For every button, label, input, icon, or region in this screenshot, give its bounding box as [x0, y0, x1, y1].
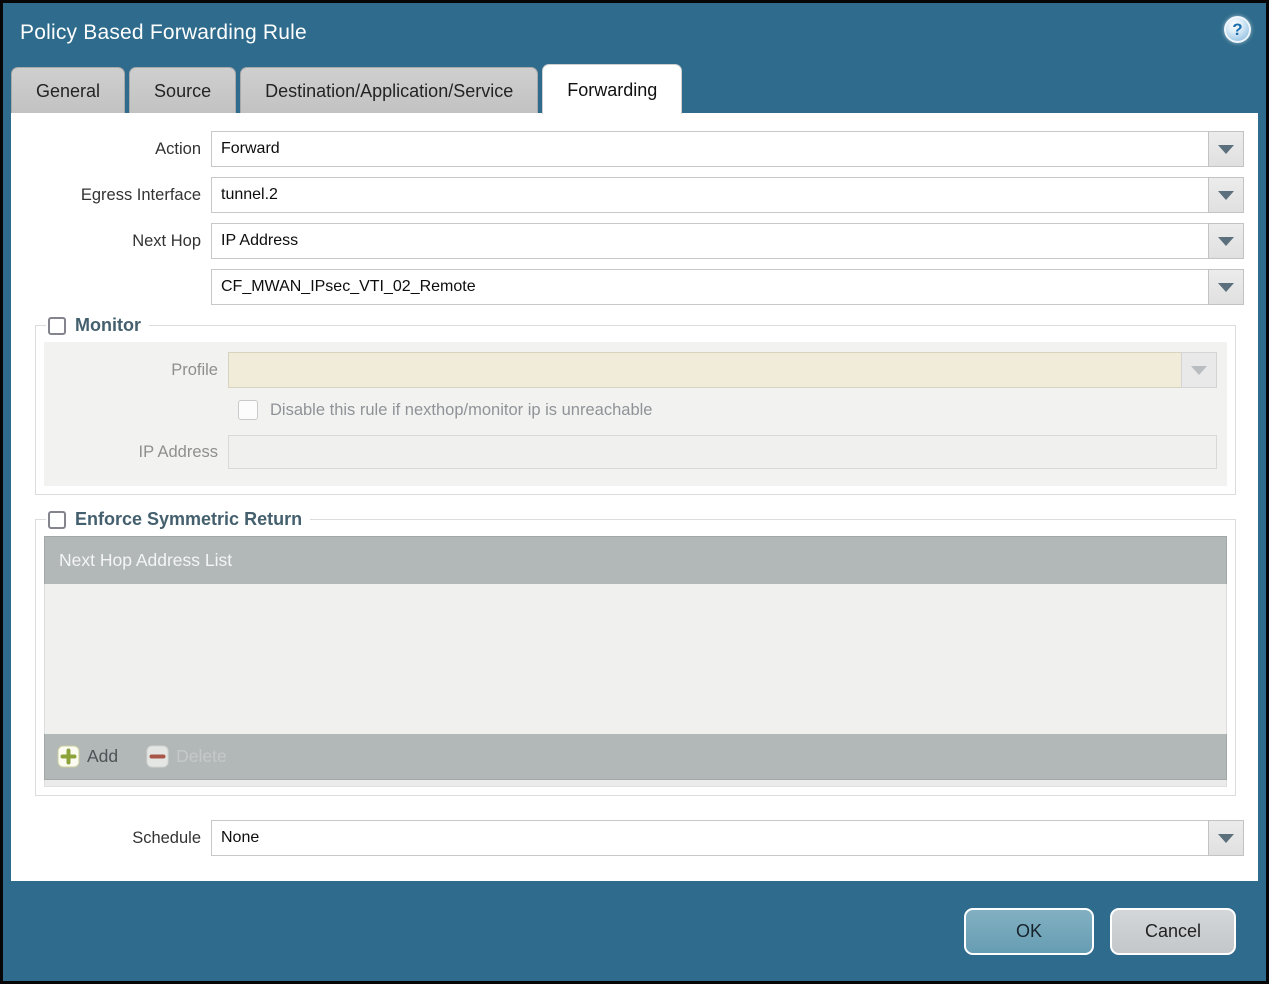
- schedule-row: Schedule None: [11, 820, 1244, 856]
- schedule-label: Schedule: [132, 828, 201, 847]
- monitor-legend: Monitor: [46, 315, 149, 336]
- next-hop-address-value[interactable]: CF_MWAN_IPsec_VTI_02_Remote: [211, 269, 1209, 305]
- help-icon[interactable]: ?: [1224, 16, 1251, 43]
- chevron-down-icon: [1218, 144, 1234, 154]
- forwarding-tab-panel: Action Forward Egress Interface tunnel.2…: [11, 113, 1258, 881]
- dialog-button-bar: OK Cancel: [3, 881, 1266, 955]
- tab-forwarding[interactable]: Forwarding: [542, 64, 683, 114]
- minus-icon: [146, 745, 169, 768]
- next-hop-address-dropdown-button[interactable]: [1208, 269, 1244, 305]
- egress-interface-label: Egress Interface: [80, 185, 201, 204]
- next-hop-address-combo[interactable]: CF_MWAN_IPsec_VTI_02_Remote: [211, 269, 1244, 305]
- table-footer: Add Delete: [44, 734, 1227, 780]
- disable-rule-row: Disable this rule if nexthop/monitor ip …: [238, 400, 1227, 420]
- next-hop-dropdown-button[interactable]: [1208, 223, 1244, 259]
- action-dropdown-button[interactable]: [1208, 131, 1244, 167]
- tab-source[interactable]: Source: [129, 67, 237, 113]
- table-body[interactable]: [44, 584, 1227, 734]
- delete-button[interactable]: Delete: [146, 745, 227, 768]
- add-button[interactable]: Add: [57, 745, 118, 768]
- cancel-button[interactable]: Cancel: [1110, 908, 1236, 955]
- policy-based-forwarding-dialog: Policy Based Forwarding Rule ? General S…: [0, 0, 1269, 984]
- monitor-ip-address-row: IP Address: [44, 434, 1227, 470]
- next-hop-label: Next Hop: [132, 231, 201, 250]
- action-combo[interactable]: Forward: [211, 131, 1244, 167]
- action-value[interactable]: Forward: [211, 131, 1209, 167]
- tab-bar: General Source Destination/Application/S…: [3, 63, 1266, 114]
- next-hop-address-list-table: Next Hop Address List Add Delete: [44, 536, 1227, 787]
- profile-value[interactable]: [228, 352, 1182, 388]
- delete-button-label: Delete: [176, 746, 227, 766]
- dialog-title: Policy Based Forwarding Rule: [20, 21, 307, 44]
- symmetric-return-legend: Enforce Symmetric Return: [46, 509, 310, 530]
- disable-rule-label: Disable this rule if nexthop/monitor ip …: [270, 400, 653, 419]
- egress-interface-combo[interactable]: tunnel.2: [211, 177, 1244, 213]
- tab-general[interactable]: General: [11, 67, 126, 113]
- monitor-group: Monitor Profile Disable this rule if nex…: [35, 315, 1236, 495]
- action-row: Action Forward: [11, 131, 1244, 167]
- add-button-label: Add: [87, 746, 119, 766]
- ok-button[interactable]: OK: [964, 908, 1094, 955]
- symmetric-return-group: Enforce Symmetric Return Next Hop Addres…: [35, 509, 1236, 796]
- next-hop-value[interactable]: IP Address: [211, 223, 1209, 259]
- next-hop-combo[interactable]: IP Address: [211, 223, 1244, 259]
- schedule-combo[interactable]: None: [211, 820, 1244, 856]
- disable-rule-checkbox[interactable]: [238, 400, 258, 420]
- monitor-panel: Profile Disable this rule if nexthop/mon…: [44, 342, 1227, 486]
- chevron-down-icon: [1191, 365, 1207, 375]
- chevron-down-icon: [1218, 282, 1234, 292]
- next-hop-row: Next Hop IP Address: [11, 223, 1244, 259]
- monitor-ip-address-label: IP Address: [138, 442, 219, 461]
- title-bar: Policy Based Forwarding Rule: [3, 3, 1266, 63]
- profile-dropdown-button[interactable]: [1181, 352, 1217, 388]
- chevron-down-icon: [1218, 190, 1234, 200]
- next-hop-address-row: CF_MWAN_IPsec_VTI_02_Remote: [11, 269, 1244, 305]
- table-header-label: Next Hop Address List: [59, 550, 233, 570]
- chevron-down-icon: [1218, 236, 1234, 246]
- chevron-down-icon: [1218, 833, 1234, 843]
- symmetric-return-checkbox[interactable]: [48, 510, 66, 529]
- action-label: Action: [155, 139, 201, 158]
- monitor-checkbox[interactable]: [48, 316, 66, 335]
- plus-icon: [57, 745, 80, 768]
- profile-row: Profile: [44, 352, 1227, 388]
- monitor-legend-label: Monitor: [75, 315, 141, 335]
- schedule-value[interactable]: None: [211, 820, 1209, 856]
- profile-label: Profile: [171, 360, 218, 379]
- schedule-dropdown-button[interactable]: [1208, 820, 1244, 856]
- symmetric-return-legend-label: Enforce Symmetric Return: [75, 509, 303, 529]
- egress-interface-value[interactable]: tunnel.2: [211, 177, 1209, 213]
- egress-interface-row: Egress Interface tunnel.2: [11, 177, 1244, 213]
- table-bottom-strip: [44, 780, 1227, 787]
- profile-combo[interactable]: [228, 352, 1217, 388]
- monitor-ip-address-input[interactable]: [228, 435, 1217, 469]
- table-header: Next Hop Address List: [44, 536, 1227, 584]
- help-glyph: ?: [1232, 19, 1243, 39]
- tab-destination-application-service[interactable]: Destination/Application/Service: [240, 67, 539, 113]
- egress-interface-dropdown-button[interactable]: [1208, 177, 1244, 213]
